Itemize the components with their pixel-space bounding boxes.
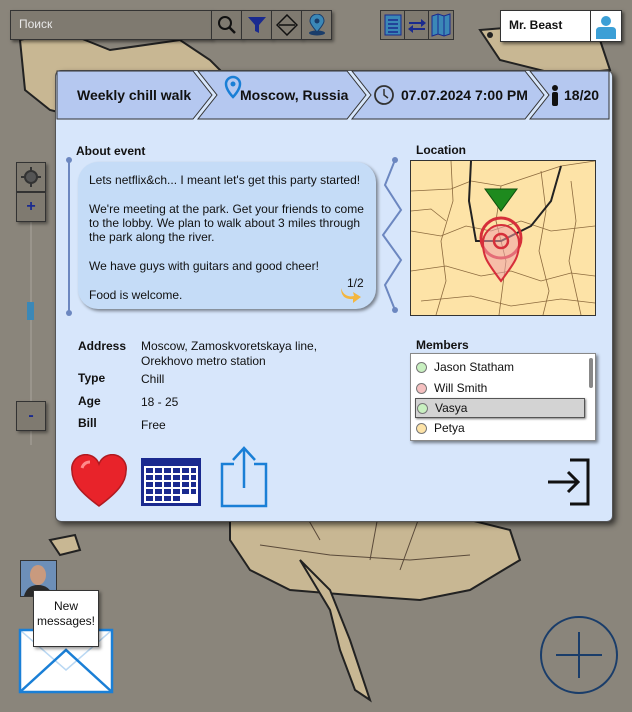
- address-value-line-2: Orekhovo metro station: [141, 354, 266, 368]
- about-bubble: Lets netflix&ch... I meant let's get thi…: [78, 162, 376, 309]
- search-input[interactable]: [11, 11, 209, 37]
- event-attendance: 18/20: [564, 87, 600, 103]
- zoom-slider-thumb[interactable]: [27, 302, 34, 320]
- about-line-3: We have guys with guitars and good cheer…: [89, 259, 319, 273]
- person-icon: [552, 85, 558, 106]
- status-dot: [417, 402, 428, 414]
- about-line-1: Lets netflix&ch... I meant let's get thi…: [89, 173, 361, 187]
- member-item[interactable]: Petya: [416, 419, 578, 437]
- plus-icon: [556, 632, 602, 678]
- new-messages-bubble[interactable]: New messages!: [33, 590, 99, 647]
- status-dot: [416, 422, 427, 434]
- zoom-out-button[interactable]: -: [16, 401, 46, 431]
- filter-icon: [247, 17, 266, 33]
- user-avatar-icon: [590, 11, 621, 41]
- filter-button[interactable]: [241, 10, 272, 40]
- bill-value: Free: [141, 418, 166, 432]
- members-title: Members: [416, 338, 469, 352]
- calendar-icon: [141, 458, 201, 506]
- member-name: Vasya: [435, 401, 468, 415]
- type-value: Chill: [141, 372, 165, 386]
- calendar-button[interactable]: [139, 456, 203, 508]
- about-line-2: We're meeting at the park. Get your frie…: [89, 202, 364, 244]
- search-button[interactable]: [211, 10, 242, 40]
- map-view-button[interactable]: [428, 10, 454, 40]
- search-box[interactable]: [10, 10, 212, 40]
- location-map[interactable]: [410, 160, 596, 316]
- address-value-line-1: Moscow, Zamoskvoretskaya line,: [141, 339, 318, 353]
- next-page-arrow-icon[interactable]: [338, 282, 364, 304]
- location-title: Location: [416, 143, 466, 157]
- add-event-button[interactable]: [540, 616, 618, 694]
- map-view-icon: [431, 13, 451, 37]
- member-name: Jason Statham: [434, 360, 515, 374]
- member-name: Will Smith: [434, 381, 488, 395]
- members-list[interactable]: Jason Statham Will Smith Vasya Petya: [410, 353, 596, 441]
- member-item-selected[interactable]: Vasya: [415, 398, 585, 418]
- crosshair-icon: [21, 167, 41, 187]
- swap-icon: [408, 19, 426, 33]
- zoom-in-label: +: [26, 198, 36, 215]
- new-messages-line-2: messages!: [36, 614, 96, 628]
- swap-view-button[interactable]: [404, 10, 430, 40]
- heart-icon: [71, 454, 127, 507]
- zoom-out-label: -: [28, 407, 34, 424]
- locate-button[interactable]: [16, 162, 46, 192]
- about-line-4: Food is welcome.: [89, 288, 183, 302]
- zoom-in-button[interactable]: +: [16, 192, 46, 222]
- share-icon: [220, 446, 268, 508]
- address-label: Address: [78, 339, 127, 353]
- search-icon: [217, 16, 236, 34]
- status-dot: [416, 382, 427, 394]
- user-profile[interactable]: Mr. Beast: [500, 10, 622, 42]
- layers-icon: [275, 14, 298, 36]
- status-dot: [416, 361, 427, 373]
- bill-label: Bill: [78, 416, 97, 430]
- member-item[interactable]: Will Smith: [416, 379, 578, 397]
- like-button[interactable]: [70, 454, 128, 508]
- new-messages-line-1: New: [53, 599, 78, 613]
- map-pin-icon: [308, 14, 325, 36]
- member-item[interactable]: Jason Statham: [416, 358, 578, 376]
- event-datetime: 07.07.2024 7:00 PM: [401, 87, 528, 103]
- user-name: Mr. Beast: [509, 18, 563, 32]
- list-view-button[interactable]: [380, 10, 406, 40]
- members-scrollbar[interactable]: [589, 358, 593, 388]
- list-view-icon: [384, 14, 402, 36]
- type-label: Type: [78, 371, 106, 385]
- join-event-button[interactable]: [546, 458, 592, 506]
- layers-button[interactable]: [271, 10, 302, 40]
- event-location: Moscow, Russia: [240, 87, 349, 103]
- event-title: Weekly chill walk: [77, 87, 192, 103]
- share-button[interactable]: [218, 444, 270, 510]
- login-icon: [548, 458, 590, 506]
- map-pin-button[interactable]: [301, 10, 332, 40]
- member-name: Petya: [434, 421, 465, 435]
- age-value: 18 - 25: [141, 395, 179, 409]
- age-label: Age: [78, 394, 101, 408]
